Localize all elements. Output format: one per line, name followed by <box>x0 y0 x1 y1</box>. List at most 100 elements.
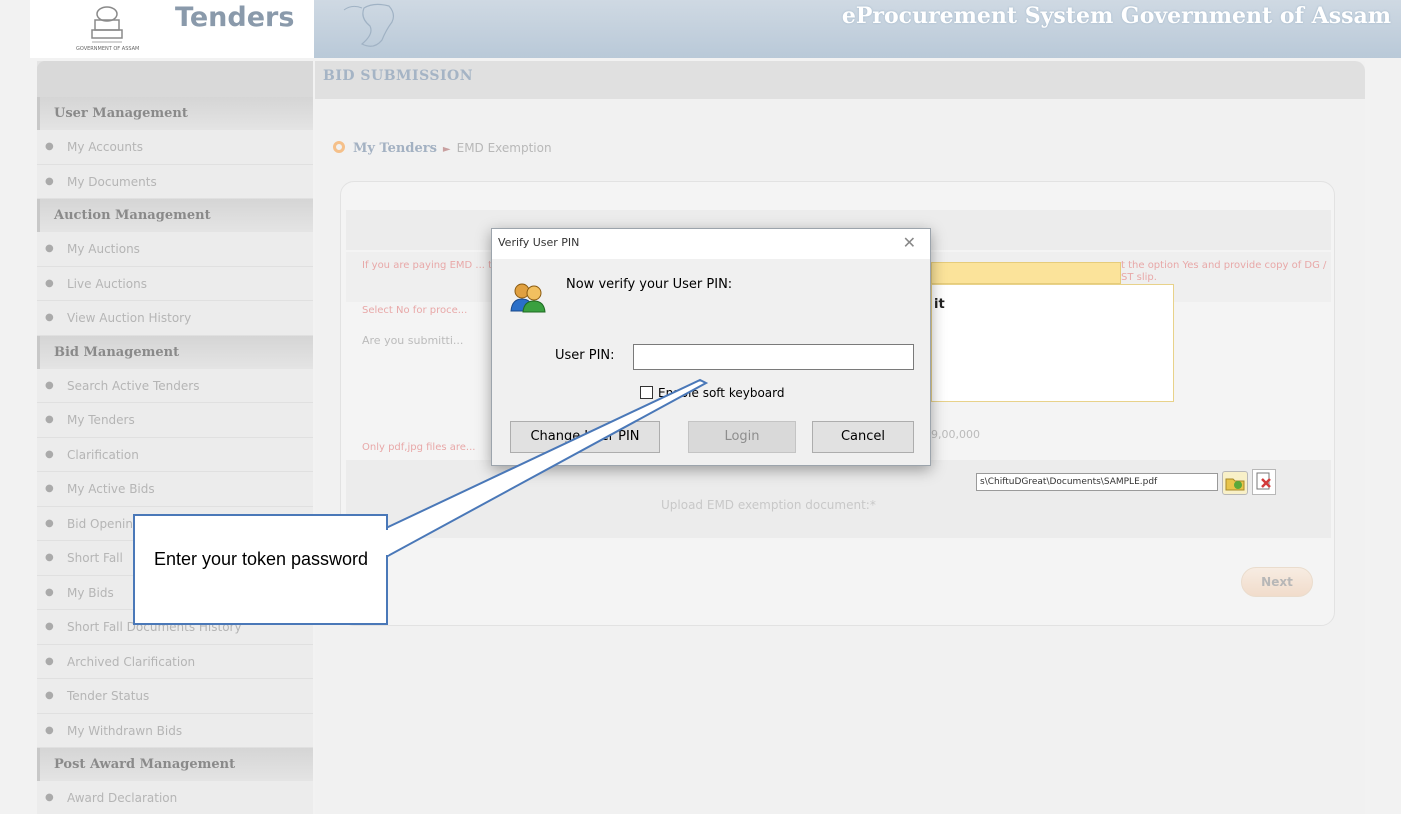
sidebar-item-my-accounts[interactable]: ● My Accounts <box>37 130 313 165</box>
sidebar-item-search-active-tenders[interactable]: ● Search Active Tenders <box>37 368 313 403</box>
brand-title: Tenders <box>175 2 295 33</box>
sidebar-item-view-auction-history[interactable]: ● View Auction History <box>37 301 313 336</box>
system-title: eProcurement System Government of Assam <box>841 3 1391 29</box>
sidebar-item-label: Short Fall <box>67 551 123 565</box>
sidebar-item-label: Live Auctions <box>67 276 147 291</box>
bullet-icon: ● <box>45 690 54 701</box>
emd-amount-value: 9,00,000 <box>931 428 980 441</box>
sidebar-item-award-declaration[interactable]: ● Award Declaration <box>37 781 313 814</box>
cancel-button[interactable]: Cancel <box>812 421 914 453</box>
user-pin-label: User PIN: <box>555 348 615 363</box>
dialog-title: Verify User PIN <box>498 236 580 249</box>
callout-text: Enter your token password <box>153 549 369 569</box>
options-text: it <box>934 297 945 312</box>
sidebar-list: User Management ● My Accounts ● My Documents… <box>37 97 313 814</box>
bullet-icon: ● <box>45 621 54 632</box>
sidebar-item-clarification[interactable]: ● Clarification <box>37 437 313 472</box>
bullet-icon: ● <box>45 243 54 254</box>
sidebar-item-label: Search Active Tenders <box>67 378 200 393</box>
upload-document-label: Upload EMD exemption document:* <box>661 498 876 512</box>
sidebar-item-live-auctions[interactable]: ● Live Auctions <box>37 266 313 301</box>
sidebar-top <box>37 61 313 97</box>
upload-row: Upload EMD exemption document:* s\Chiftu… <box>346 460 1331 538</box>
tab-bar: BID SUBMISSION <box>315 61 1365 99</box>
header-banner: eProcurement System Government of Assam <box>314 0 1401 58</box>
emd-option-select[interactable] <box>931 262 1121 284</box>
bullet-icon: ● <box>45 792 54 803</box>
sidebar-item-label: Short Fall Documents History <box>67 620 242 634</box>
sidebar-item-my-active-bids[interactable]: ● My Active Bids <box>37 472 313 507</box>
close-icon[interactable]: ✕ <box>903 233 916 252</box>
sidebar-section-post-award-management: Post Award Management <box>37 748 313 781</box>
sidebar-item-label: Tender Status <box>67 689 150 703</box>
breadcrumb-arrow-icon: ► <box>442 144 451 155</box>
sidebar-item-label: My Withdrawn Bids <box>67 723 183 738</box>
bullet-icon: ● <box>45 175 54 187</box>
soft-keyboard-checkbox[interactable] <box>640 386 653 399</box>
soft-keyboard-label: Enable soft keyboard <box>658 386 785 400</box>
file-type-note: Only pdf,jpg files are... <box>362 442 476 453</box>
dialog-titlebar: Verify User PIN ✕ <box>492 229 930 259</box>
sidebar-item-label: My Accounts <box>67 140 143 154</box>
sidebar-item-my-auctions[interactable]: ● My Auctions <box>37 232 313 267</box>
site-header: GOVERNMENT OF ASSAM Tenders eProcurement… <box>30 0 1401 58</box>
breadcrumb: My Tenders ► EMD Exemption <box>333 141 552 156</box>
bullet-icon: ● <box>45 724 54 736</box>
next-button[interactable]: Next <box>1241 567 1313 597</box>
folder-icon <box>1225 478 1245 491</box>
select-no-instruction: Select No for proce... <box>362 305 468 316</box>
sidebar-item-archived-clarification[interactable]: ● Archived Clarification <box>37 644 313 679</box>
remove-file-button[interactable] <box>1252 469 1276 495</box>
file-path-field[interactable]: s\ChiftuDGreat\Documents\SAMPLE.pdf <box>976 473 1218 491</box>
bullet-icon: ● <box>45 312 54 323</box>
sidebar-item-my-tenders[interactable]: ● My Tenders <box>37 403 313 438</box>
breadcrumb-my-tenders-link[interactable]: My Tenders <box>353 141 437 156</box>
sidebar-item-label: My Auctions <box>67 242 140 256</box>
delete-file-icon <box>1256 472 1271 490</box>
dialog-prompt: Now verify your User PIN: <box>566 277 733 292</box>
bullet-icon: ● <box>45 586 54 598</box>
sidebar-section-auction-management: Auction Management <box>37 199 313 232</box>
user-pin-input[interactable] <box>633 344 914 370</box>
sidebar-item-label: My Active Bids <box>67 482 155 496</box>
sidebar-item-label: My Bids <box>67 585 114 600</box>
sidebar-item-bid-opening[interactable]: ● Bid Opening <box>37 506 313 541</box>
bullet-icon: ● <box>45 448 54 460</box>
sidebar-item-label: Award Declaration <box>67 791 178 805</box>
breadcrumb-bullet-icon <box>333 141 345 153</box>
users-icon <box>510 281 546 313</box>
breadcrumb-current: EMD Exemption <box>456 141 552 155</box>
sidebar-item-my-withdrawn-bids[interactable]: ● My Withdrawn Bids <box>37 713 313 748</box>
browse-file-button[interactable] <box>1222 471 1248 495</box>
sidebar-item-label: Bid Opening <box>67 516 141 531</box>
soft-keyboard-toggle[interactable]: Enable soft keyboard <box>640 386 784 400</box>
bullet-icon: ● <box>45 141 54 152</box>
sidebar-item-label: Archived Clarification <box>67 654 196 669</box>
login-button[interactable]: Login <box>688 421 796 453</box>
government-emblem-logo: GOVERNMENT OF ASSAM <box>52 0 162 52</box>
sidebar-item-tender-status[interactable]: ● Tender Status <box>37 679 313 714</box>
change-user-pin-button[interactable]: Change User PIN <box>510 421 660 453</box>
sidebar-item-short-fall-documents-history[interactable]: ● Short Fall Documents History <box>37 610 313 645</box>
page: GOVERNMENT OF ASSAM Tenders eProcurement… <box>0 0 1401 814</box>
bullet-icon: ● <box>45 414 54 425</box>
sidebar-item-my-documents[interactable]: ● My Documents <box>37 164 313 199</box>
info-text-right: t the option Yes and provide copy of DG … <box>1121 260 1327 283</box>
bullet-icon: ● <box>45 655 54 667</box>
bullet-icon: ● <box>45 379 54 391</box>
sidebar-item-label: Clarification <box>67 447 139 462</box>
sidebar-section-bid-management: Bid Management <box>37 335 313 369</box>
emd-question-label: Are you submitti... <box>362 334 464 347</box>
bullet-icon: ● <box>45 277 54 289</box>
sidebar-item-my-bids[interactable]: ● My Bids <box>37 575 313 610</box>
emd-options-panel[interactable]: it <box>931 284 1174 402</box>
tab-bid-submission[interactable]: BID SUBMISSION <box>323 68 473 84</box>
state-map-graphic <box>343 3 395 47</box>
bullet-icon: ● <box>45 517 54 529</box>
sidebar-item-label: My Tenders <box>67 413 135 427</box>
sidebar-nav: User Management ● My Accounts ● My Documents… <box>37 61 313 814</box>
sidebar-section-user-management: User Management <box>37 97 313 130</box>
logo-caption: GOVERNMENT OF ASSAM <box>76 46 140 52</box>
bullet-icon: ● <box>45 483 54 494</box>
verify-user-pin-dialog: Verify User PIN ✕ Now verify your User P… <box>491 228 931 466</box>
